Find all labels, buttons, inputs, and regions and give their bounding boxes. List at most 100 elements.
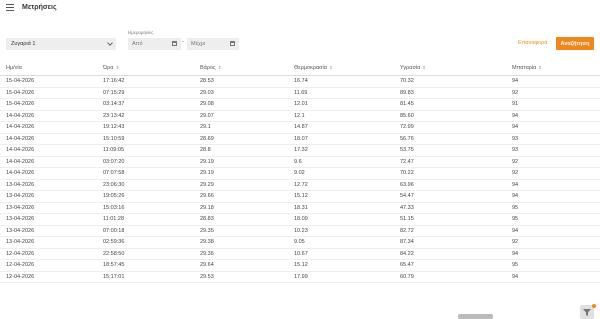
table-cell: 47.33 [400,202,512,214]
table-cell: 19:05:26 [103,190,200,203]
horizontal-scrollbar[interactable] [458,314,493,319]
table-row[interactable]: 12-04-2026 18:57:45 29.64 15.12 65.47 95 [0,259,600,272]
table-cell: 03:07:20 [103,156,200,168]
table-cell: 94 [512,179,600,191]
reset-button[interactable]: Επαναφορά [518,40,547,46]
table-row[interactable]: 13-04-2026 15:03:16 29.18 18.31 47.33 95 [0,202,600,214]
table-row[interactable]: 13-04-2026 07:00:18 29.35 10.23 82.72 94 [0,225,600,237]
column-header-label: Βάρος [200,65,216,71]
table-row[interactable]: 14-04-2026 23:13:42 29.07 12.1 85.60 94 [0,110,600,122]
table-row[interactable]: 14-04-2026 11:09:05 28.8 17.32 53.75 93 [0,144,600,157]
table-cell: 02:59:36 [103,236,200,249]
table-cell: 15-04-2026 [0,75,103,88]
table-cell: 29.19 [200,167,294,180]
date-from-field[interactable]: Από [128,38,181,50]
filter-badge [592,304,596,308]
table-row[interactable]: 12-04-2026 15:17:01 29.53 17.99 60.79 94 [0,271,600,283]
date-separator: - [182,39,184,45]
filter-row: Ζυγαριά 1 Ημερομηνίες Από - Μέχρι Επαναφ… [0,30,600,54]
table-cell: 53.75 [400,144,512,157]
table-cell: 13-04-2026 [0,236,103,249]
table-cell: 29.36 [200,248,294,260]
table-cell: 9.6 [294,156,400,168]
table-cell: 16.74 [294,75,400,88]
table-row[interactable]: 14-04-2026 03:07:20 29.19 9.6 72.47 92 [0,156,600,168]
column-header-label: Ώρα [103,65,114,71]
column-header-battery[interactable]: Μπαταρία ⇕ [512,61,600,76]
table-row[interactable]: 13-04-2026 23:06:30 29.29 12.72 63.96 94 [0,179,600,191]
calendar-icon[interactable] [172,41,177,46]
table-cell: 12-04-2026 [0,271,103,283]
table-cell: 29.64 [200,259,294,272]
table-cell: 28.69 [200,133,294,145]
table-cell: 92 [512,87,600,99]
table-cell: 65.47 [400,259,512,272]
table-cell: 89.83 [400,87,512,99]
table-cell: 9.02 [294,167,400,180]
table-cell: 18.07 [294,133,400,145]
device-select[interactable]: Ζυγαριά 1 [6,38,116,50]
column-header-date[interactable]: Ημ/νία [0,61,103,76]
table-cell: 13-04-2026 [0,202,103,214]
table-cell: 87.34 [400,236,512,249]
table-body: 15-04-2026 17:16:42 28.53 16.74 70.32 94 15-04… [0,75,600,283]
table-cell: 07:07:58 [103,167,200,180]
device-select-value: Ζυγαριά 1 [11,41,36,47]
column-header-temperature[interactable]: Θερμοκρασία ⇕ [294,61,400,76]
table-row[interactable]: 15-04-2026 07:15:29 29.03 11.69 89.83 92 [0,87,600,99]
table-cell: 03:14:37 [103,98,200,111]
table-cell: 95 [512,202,600,214]
table-row[interactable]: 13-04-2026 11:01:28 28.83 18.09 51.15 95 [0,213,600,226]
table-row[interactable]: 13-04-2026 19:05:26 29.66 15.12 54.47 94 [0,190,600,203]
table-cell: 12.72 [294,179,400,191]
date-range-label: Ημερομηνίες [128,30,154,35]
table-cell: 17.32 [294,144,400,157]
table-cell: 07:15:29 [103,87,200,99]
table-cell: 18:57:45 [103,259,200,272]
table-row[interactable]: 14-04-2026 19:12:43 29.1 14.87 72.99 94 [0,121,600,134]
table-cell: 12.1 [294,110,400,122]
table-cell: 11:09:05 [103,144,200,157]
table-cell: 93 [512,133,600,145]
table-cell: 29.08 [200,98,294,111]
table-cell: 92 [512,156,600,168]
table-cell: 94 [512,248,600,260]
table-cell: 12-04-2026 [0,259,103,272]
table-cell: 23:06:30 [103,179,200,191]
column-header-label: Μπαταρία [512,65,537,71]
table-cell: 72.47 [400,156,512,168]
table-row[interactable]: 14-04-2026 07:07:58 29.19 9.02 70.22 92 [0,167,600,180]
table-cell: 29.29 [200,179,294,191]
search-button[interactable]: Αναζήτηση [556,37,594,50]
table-cell: 15:03:16 [103,202,200,214]
table-cell: 13-04-2026 [0,213,103,226]
table-cell: 60.79 [400,271,512,283]
chevron-down-icon [107,40,113,46]
table-row[interactable]: 13-04-2026 02:59:36 29.38 9.05 87.34 92 [0,236,600,249]
table-row[interactable]: 12-04-2026 22:58:50 29.36 10.67 84.22 94 [0,248,600,260]
column-header-humidity[interactable]: Υγρασία ⇕ [400,61,512,76]
table-cell: 15:10:59 [103,133,200,145]
table-cell: 17.99 [294,271,400,283]
table-row[interactable]: 15-04-2026 03:14:37 29.08 12.01 81.45 91 [0,98,600,111]
calendar-icon[interactable] [230,41,235,46]
table-cell: 14-04-2026 [0,156,103,168]
table-cell: 95 [512,213,600,226]
column-header-label: Ημ/νία [6,65,22,71]
table-cell: 72.99 [400,121,512,134]
table-row[interactable]: 15-04-2026 17:16:42 28.53 16.74 70.32 94 [0,75,600,88]
hamburger-menu-icon[interactable] [6,4,14,11]
column-header-weight[interactable]: Βάρος ⇕ [200,61,294,76]
table-cell: 13-04-2026 [0,225,103,237]
table-cell: 15-04-2026 [0,98,103,111]
table-row[interactable]: 14-04-2026 15:10:59 28.69 18.07 56.76 93 [0,133,600,145]
table-cell: 11.69 [294,87,400,99]
table-cell: 15.12 [294,190,400,203]
table-cell: 94 [512,225,600,237]
sort-icon: ⇕ [538,65,543,70]
page-title: Μετρήσεις [22,4,57,11]
date-to-field[interactable]: Μέχρι [187,38,239,50]
column-header-label: Υγρασία [400,65,421,71]
table-cell: 29.19 [200,156,294,168]
column-header-time[interactable]: Ώρα ⇕ [103,61,200,76]
